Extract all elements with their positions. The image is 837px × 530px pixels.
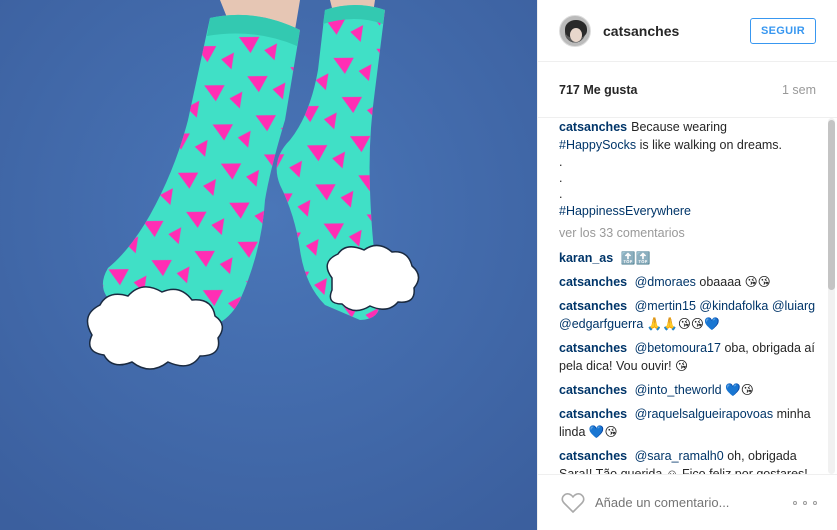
avatar[interactable] xyxy=(559,14,591,47)
comment-text: 🔝🔝 xyxy=(620,251,651,265)
comment-username[interactable]: catsanches xyxy=(559,275,627,289)
caption-text-1: Because wearing xyxy=(631,120,728,134)
comment-mention[interactable]: @raquelsalgueirapovoas xyxy=(635,407,773,421)
comment-mention[interactable]: @betomoura17 xyxy=(635,341,721,355)
hashtag-link[interactable]: #HappySocks xyxy=(559,138,636,152)
comment-item: catsanches @sara_ramalh0 oh, obrigada Sa… xyxy=(559,447,817,474)
comment-text: 🙏🙏😘😘💙 xyxy=(646,317,720,331)
comment-item: catsanches @betomoura17 oba, obrigada aí… xyxy=(559,339,817,375)
comment-text: obaaaa 😘😘 xyxy=(699,275,771,289)
comment-text: 💙😘 xyxy=(725,383,754,397)
comment-item: catsanches @raquelsalgueirapovoas minha … xyxy=(559,405,817,441)
instagram-post-modal: catsanches SEGUIR 717 Me gusta 1 sem cat… xyxy=(0,0,837,530)
comment-mention[interactable]: @sara_ramalh0 xyxy=(635,449,724,463)
post-caption: catsanches Because wearing #HappySocks is… xyxy=(559,118,817,220)
caption-dot: . xyxy=(559,155,563,169)
post-footer xyxy=(538,474,837,530)
comments-list[interactable]: catsanches Because wearing #HappySocks is… xyxy=(538,118,837,474)
comment-item: catsanches @dmoraes obaaaa 😘😘 xyxy=(559,273,817,291)
comment-item: catsanches @into_theworld 💙😘 xyxy=(559,381,817,399)
post-header: catsanches SEGUIR xyxy=(538,0,837,62)
comment-username[interactable]: catsanches xyxy=(559,449,627,463)
comment-username[interactable]: catsanches xyxy=(559,407,627,421)
comments-scrollbar[interactable] xyxy=(828,118,835,474)
comment-username[interactable]: catsanches xyxy=(559,299,627,313)
comment-username[interactable]: karan_as xyxy=(559,251,613,265)
right-cloud xyxy=(326,244,420,312)
view-all-comments-link[interactable]: ver los 33 comentarios xyxy=(559,224,817,242)
happy-socks-illustration xyxy=(0,0,537,530)
comment-item: karan_as 🔝🔝 xyxy=(559,249,817,267)
caption-dot: . xyxy=(559,171,563,185)
post-meta: 717 Me gusta 1 sem xyxy=(538,62,837,118)
comment-mention[interactable]: @dmoraes xyxy=(635,275,696,289)
post-author-username[interactable]: catsanches xyxy=(603,23,750,39)
post-photo[interactable] xyxy=(0,0,537,530)
comment-username[interactable]: catsanches xyxy=(559,341,627,355)
comment-item: catsanches @mertin15 @kindafolka @luiarg… xyxy=(559,297,817,333)
caption-text-2: is like walking on dreams. xyxy=(639,138,783,152)
more-options-icon[interactable] xyxy=(793,500,817,505)
post-time[interactable]: 1 sem xyxy=(782,83,816,97)
comment-input[interactable] xyxy=(595,490,793,515)
hashtag-link[interactable]: #HappinessEverywhere xyxy=(559,204,691,218)
likes-count[interactable]: 717 Me gusta xyxy=(559,83,638,97)
post-side-panel: catsanches SEGUIR 717 Me gusta 1 sem cat… xyxy=(537,0,837,530)
caption-dot: . xyxy=(559,187,563,201)
comment-mention[interactable]: @into_theworld xyxy=(635,383,722,397)
caption-username[interactable]: catsanches xyxy=(559,120,627,134)
comment-username[interactable]: catsanches xyxy=(559,383,627,397)
heart-outline-icon[interactable] xyxy=(559,491,587,515)
follow-button[interactable]: SEGUIR xyxy=(750,17,816,44)
scrollbar-thumb[interactable] xyxy=(828,120,835,290)
